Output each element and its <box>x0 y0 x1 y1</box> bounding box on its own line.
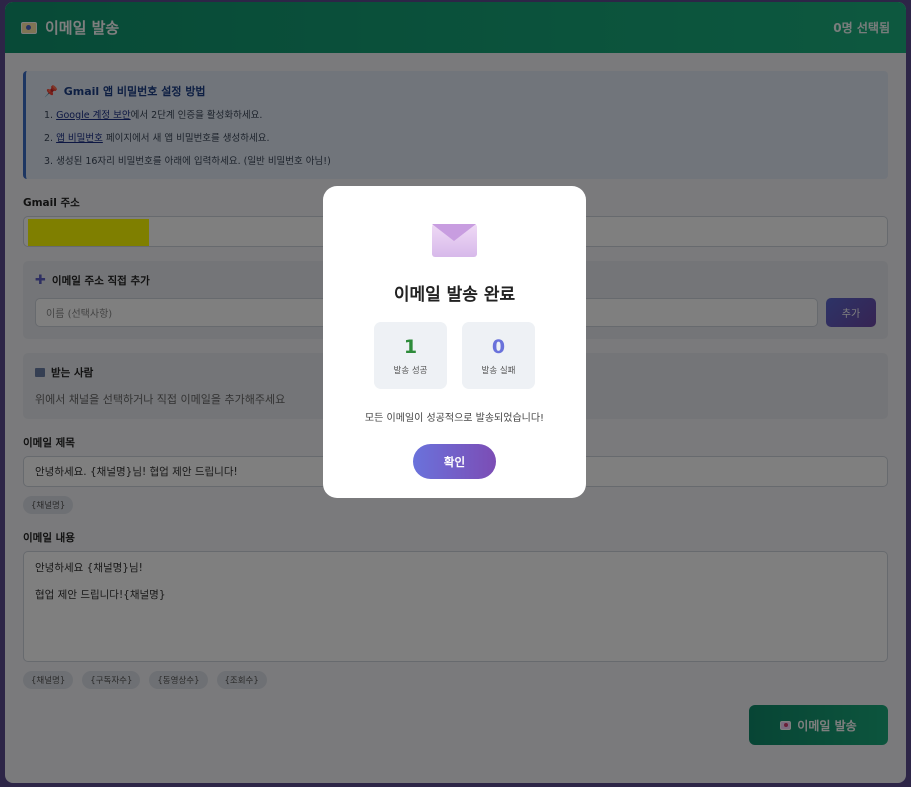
success-stat: 1 발송 성공 <box>374 322 447 389</box>
dialog-message: 모든 이메일이 성공적으로 발송되었습니다! <box>364 413 545 424</box>
success-label: 발송 성공 <box>393 365 428 376</box>
dialog-title: 이메일 발송 완료 <box>393 285 516 305</box>
confirm-button[interactable]: 확인 <box>413 444 496 479</box>
fail-count: 0 <box>491 335 506 358</box>
send-complete-dialog: 이메일 발송 완료 1 발송 성공 0 발송 실패 모든 이메일이 성공적으로 … <box>323 186 586 498</box>
success-count: 1 <box>403 335 418 358</box>
fail-label: 발송 실패 <box>481 365 516 376</box>
fail-stat: 0 발송 실패 <box>462 322 535 389</box>
result-stats: 1 발송 성공 0 발송 실패 <box>323 322 586 389</box>
envelope-icon <box>432 224 477 257</box>
